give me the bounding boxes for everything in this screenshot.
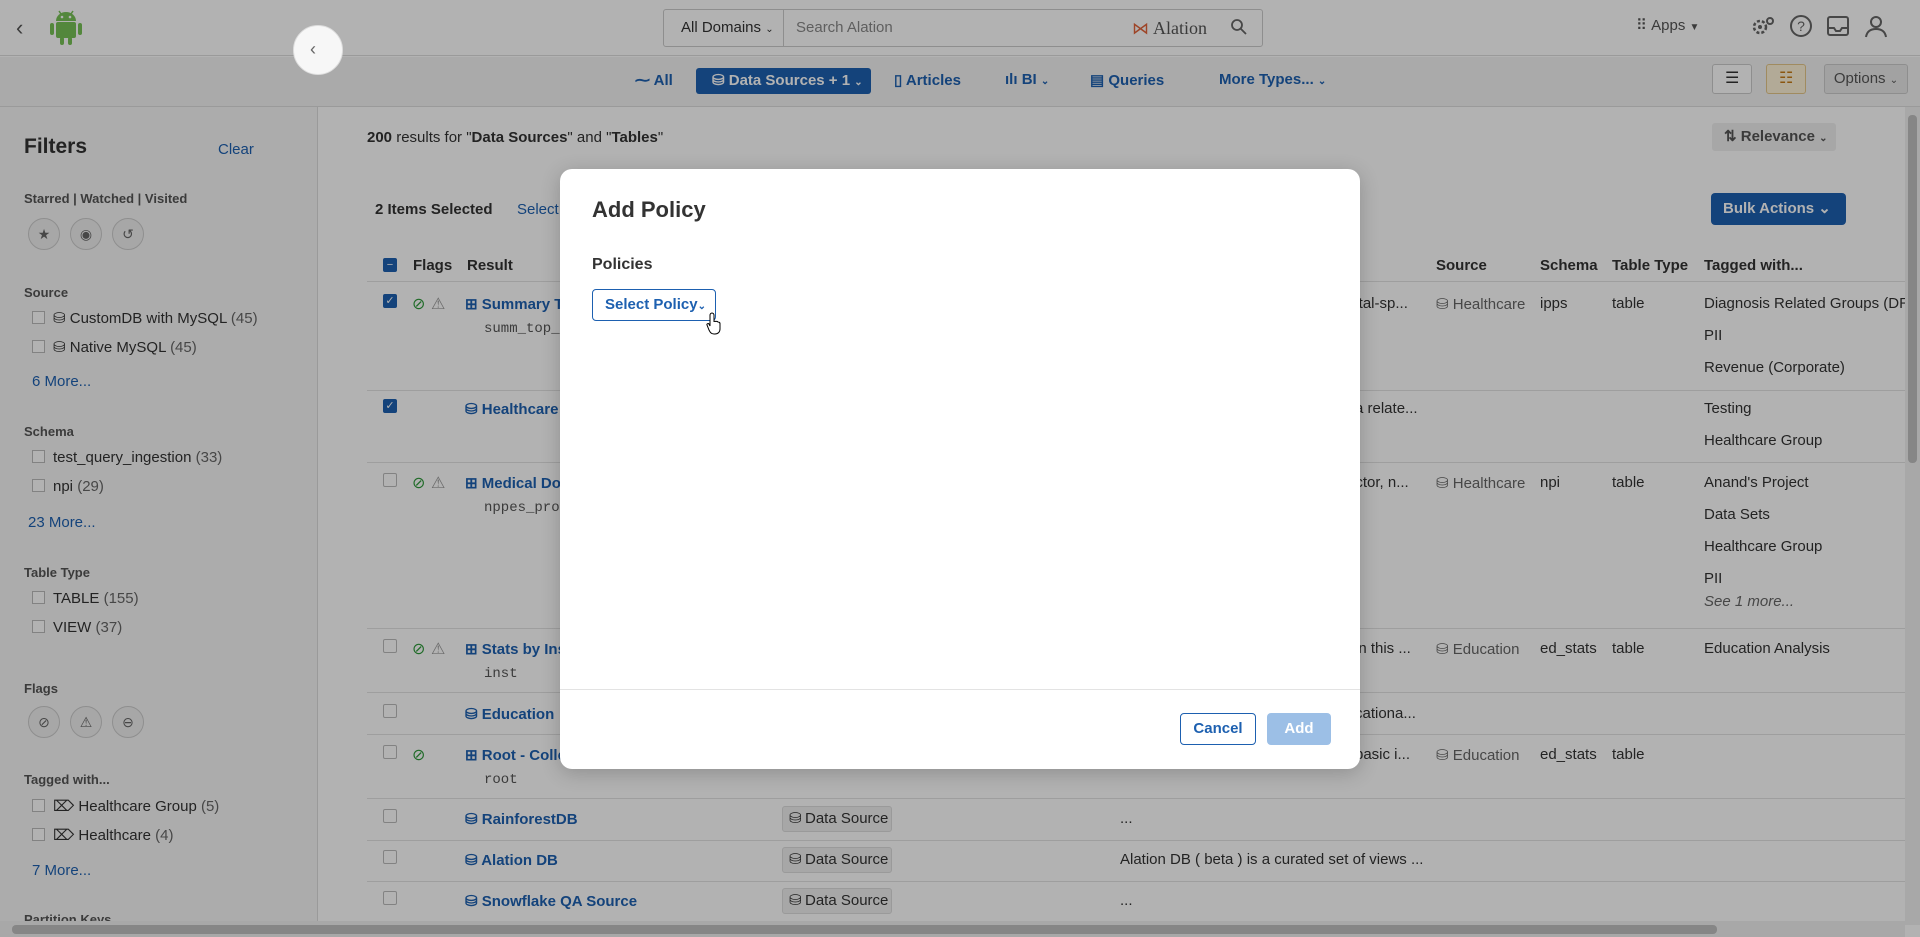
add-policy-dialog: Add Policy Policies Select Policy⌄ Cance… [560, 169, 1360, 769]
hand-cursor-icon [706, 312, 721, 335]
chevron-down-icon: ⌄ [697, 301, 706, 312]
collapse-sidebar-button[interactable]: ‹ [293, 25, 343, 75]
chevron-left-icon: ‹ [310, 39, 316, 59]
select-policy-dropdown[interactable]: Select Policy⌄ [592, 289, 716, 321]
dialog-title: Add Policy [592, 197, 706, 222]
cancel-button[interactable]: Cancel [1180, 713, 1256, 745]
add-button[interactable]: Add [1267, 713, 1331, 745]
select-policy-label: Select Policy [605, 296, 698, 313]
policies-label: Policies [592, 256, 653, 273]
